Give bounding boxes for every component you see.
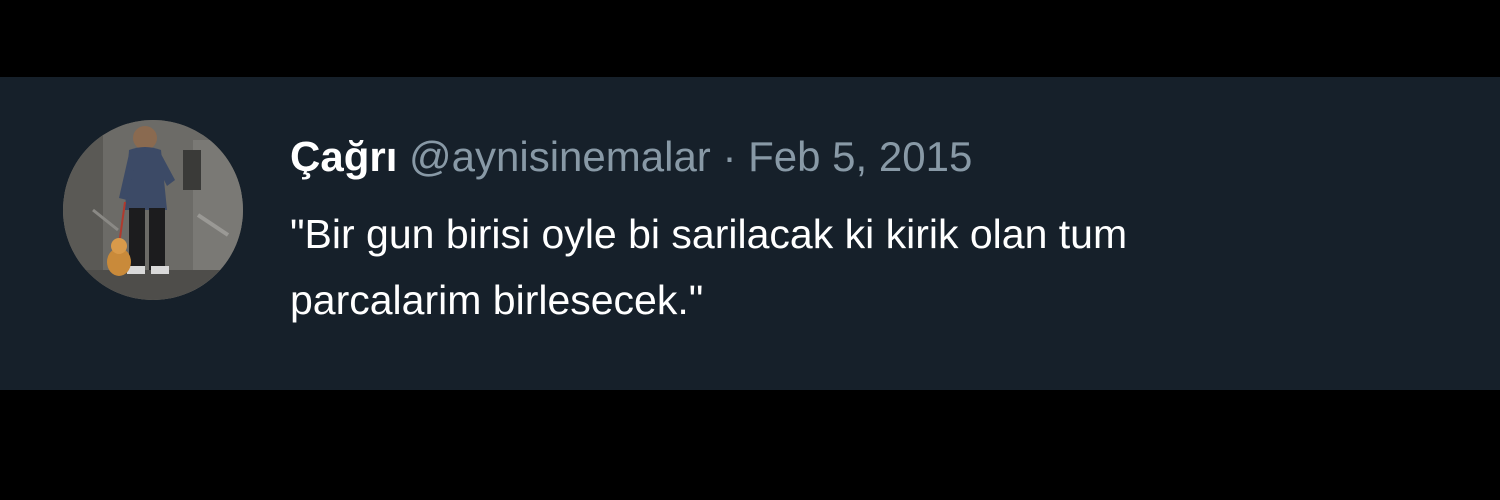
tweet-card[interactable]: Çağrı @aynisinemalar · Feb 5, 2015 "Bir … <box>0 77 1500 390</box>
author-display-name[interactable]: Çağrı <box>290 133 397 180</box>
profile-photo-icon <box>63 120 243 300</box>
tweet-text: "Bir gun birisi oyle bi sarilacak ki kir… <box>290 211 1128 323</box>
author-handle[interactable]: @aynisinemalar <box>409 133 711 180</box>
screenshot-canvas: Çağrı @aynisinemalar · Feb 5, 2015 "Bir … <box>0 0 1500 500</box>
header-separator: · <box>710 133 749 180</box>
tweet-header: Çağrı @aynisinemalar · Feb 5, 2015 <box>290 131 1470 183</box>
tweet-date[interactable]: Feb 5, 2015 <box>748 133 972 180</box>
avatar[interactable] <box>63 120 243 300</box>
tweet-body: Çağrı @aynisinemalar · Feb 5, 2015 "Bir … <box>290 131 1470 333</box>
